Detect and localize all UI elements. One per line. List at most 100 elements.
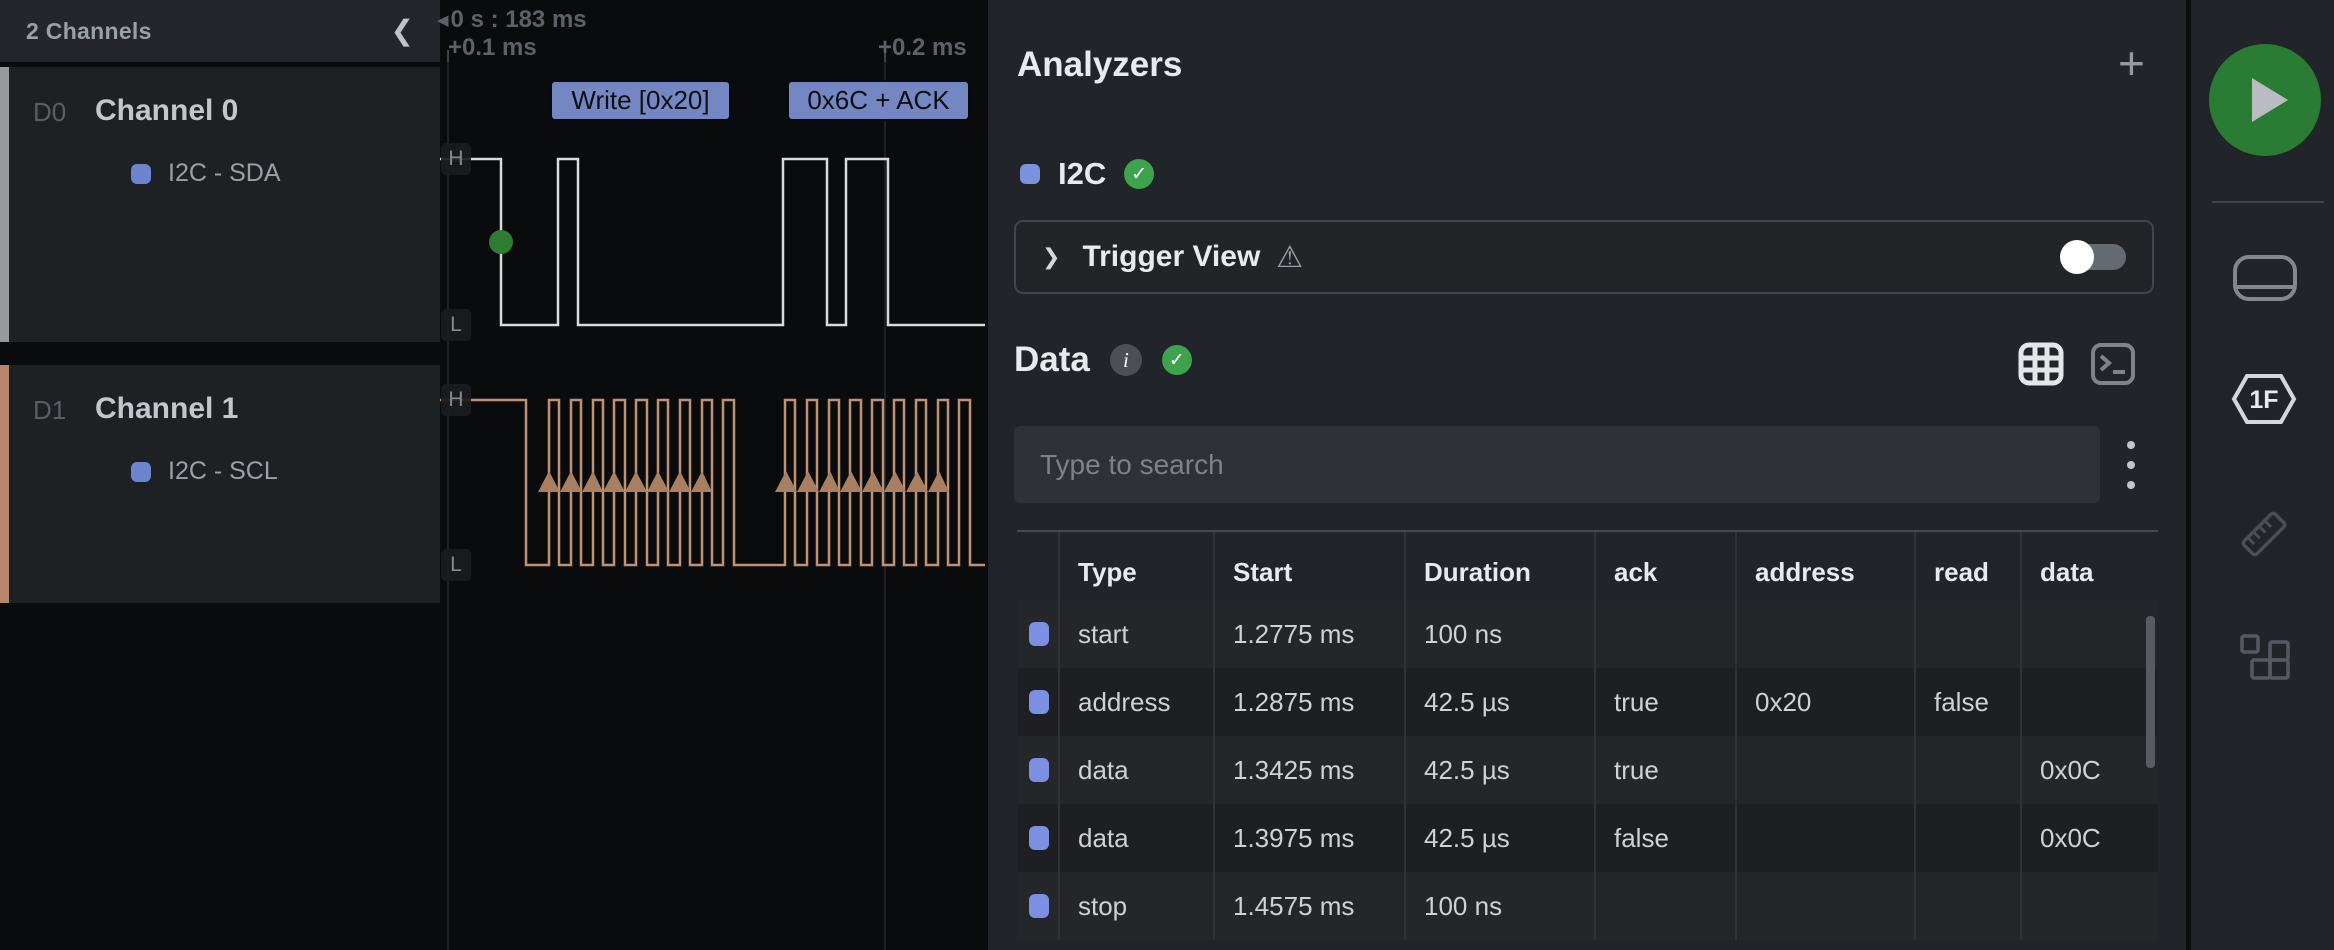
table-cell[interactable] <box>1594 600 1735 668</box>
table-cell[interactable] <box>1914 804 2020 872</box>
table-cell[interactable]: 42.5 µs <box>1404 668 1594 736</box>
timeline-offset-1: +0.1 ms <box>448 34 537 62</box>
analyzer-item-i2c[interactable]: I2C ✓ <box>1020 156 1154 192</box>
table-cell[interactable]: 1.3425 ms <box>1213 736 1404 804</box>
table-cell[interactable]: 0x20 <box>1735 668 1914 736</box>
channel-0-analyzer-label: I2C - SDA <box>168 159 281 188</box>
table-cell[interactable] <box>1594 872 1735 940</box>
table-cell[interactable] <box>1735 804 1914 872</box>
channel-1-id: D1 <box>33 395 66 426</box>
table-cell[interactable]: 1.4575 ms <box>1213 872 1404 940</box>
table-scrollbar[interactable] <box>2144 612 2157 950</box>
i2c-annotation-data[interactable]: 0x6C + ACK <box>789 82 968 119</box>
trigger-view-label: Trigger View <box>1082 240 1260 274</box>
table-cell[interactable]: data <box>1058 736 1213 804</box>
ch1-high-label: H <box>441 384 471 416</box>
table-cell[interactable] <box>2020 668 2158 736</box>
table-cell[interactable] <box>1735 600 1914 668</box>
analyzer-color-marker <box>1029 622 1049 646</box>
table-cell[interactable]: 1.3975 ms <box>1213 804 1404 872</box>
table-cell[interactable]: 42.5 µs <box>1404 736 1594 804</box>
extensions-panel-icon[interactable] <box>2240 634 2290 686</box>
i2c-start-marker-dot <box>489 230 513 254</box>
data-status-check-icon: ✓ <box>1162 345 1192 375</box>
table-cell[interactable]: data <box>1058 804 1213 872</box>
info-icon[interactable]: i <box>1110 344 1142 376</box>
row-marker <box>1017 600 1058 668</box>
table-cell[interactable]: true <box>1594 736 1735 804</box>
table-cell[interactable] <box>1914 736 2020 804</box>
table-cell[interactable] <box>1735 736 1914 804</box>
table-cell[interactable]: false <box>1914 668 2020 736</box>
scl-trace <box>440 400 985 565</box>
analyzer-color-chip <box>131 462 151 482</box>
ch0-low-label: L <box>441 309 471 341</box>
data-title: Data <box>1014 340 1090 380</box>
data-view-switcher <box>2018 342 2136 386</box>
channel-1-name: Channel 1 <box>95 392 238 426</box>
channel-1-analyzer-label: I2C - SCL <box>168 457 278 486</box>
table-cell[interactable]: address <box>1058 668 1213 736</box>
channels-panel-header: 2 Channels ❮ <box>0 0 440 62</box>
scrollbar-thumb[interactable] <box>2146 616 2155 768</box>
analyzer-color-marker <box>1029 758 1049 782</box>
channel-0-analyzer-row[interactable]: I2C - SDA <box>131 159 281 188</box>
timeline-arrow-icon: ◀ <box>437 11 449 29</box>
toggle-knob <box>2060 240 2094 274</box>
row-marker <box>1017 736 1058 804</box>
start-capture-button[interactable] <box>2209 44 2321 156</box>
table-cell[interactable] <box>2020 600 2158 668</box>
table-cell[interactable]: 1.2875 ms <box>1213 668 1404 736</box>
table-cell[interactable]: 0x0C <box>2020 736 2158 804</box>
i2c-annotation-write[interactable]: Write [0x20] <box>552 82 729 119</box>
table-cell[interactable]: 0x0C <box>2020 804 2158 872</box>
channels-count-label: 2 Channels <box>26 18 152 45</box>
table-view-icon[interactable] <box>2018 342 2064 386</box>
channel-1-block[interactable]: D1 Channel 1 I2C - SCL <box>0 365 440 603</box>
analyzer-status-check-icon: ✓ <box>1124 159 1154 189</box>
table-cell[interactable] <box>1735 872 1914 940</box>
analyzers-badge-text: 1F <box>2249 386 2278 414</box>
table-cell[interactable]: 1.2775 ms <box>1213 600 1404 668</box>
search-input[interactable] <box>1014 426 2100 503</box>
table-cell[interactable] <box>2020 872 2158 940</box>
sda-trace <box>440 159 985 325</box>
channel-0-color-strip <box>0 67 9 342</box>
timeline-position-label: ◀ 0 s : 183 ms <box>437 6 587 34</box>
measurements-panel-icon[interactable] <box>2237 507 2291 561</box>
add-analyzer-button[interactable]: + <box>2118 40 2145 86</box>
chevron-right-icon[interactable]: ❯ <box>1042 245 1060 270</box>
analyzer-color-chip <box>1020 164 1040 184</box>
collapse-panel-icon[interactable]: ❮ <box>391 17 414 45</box>
data-section-header: Data i ✓ <box>1014 340 1192 380</box>
table-cell[interactable]: 100 ns <box>1404 600 1594 668</box>
analyzers-panel-icon[interactable]: 1F <box>2231 373 2297 425</box>
device-settings-icon[interactable] <box>2232 254 2298 302</box>
decoded-data-table[interactable]: Type Start Duration ack address read dat… <box>1017 530 2158 950</box>
table-cell[interactable]: false <box>1594 804 1735 872</box>
channel-1-analyzer-row[interactable]: I2C - SCL <box>131 457 278 486</box>
trigger-view-toggle[interactable] <box>2060 240 2126 274</box>
analyzers-title: Analyzers <box>1017 45 1182 85</box>
table-cell[interactable]: true <box>1594 668 1735 736</box>
ch1-low-label: L <box>441 549 471 581</box>
timeline-offset-2: +0.2 ms <box>878 34 967 62</box>
analyzer-color-marker <box>1029 690 1049 714</box>
table-cell[interactable]: stop <box>1058 872 1213 940</box>
table-options-kebab-icon[interactable] <box>2120 437 2142 493</box>
table-cell[interactable]: 42.5 µs <box>1404 804 1594 872</box>
channel-0-block[interactable]: D0 Channel 0 I2C - SDA <box>0 67 440 342</box>
waveform-canvas[interactable] <box>440 0 988 950</box>
terminal-view-icon[interactable] <box>2090 342 2136 386</box>
channel-1-color-strip <box>0 365 9 603</box>
channel-0-name: Channel 0 <box>95 94 238 128</box>
play-icon <box>2252 78 2288 122</box>
waveform-viewport[interactable] <box>440 0 988 950</box>
row-marker <box>1017 668 1058 736</box>
table-cell[interactable]: start <box>1058 600 1213 668</box>
logic-analyzer-app: 2 Channels ❮ D0 Channel 0 I2C - SDA D1 C… <box>0 0 2334 950</box>
trigger-view-row[interactable]: ❯ Trigger View ⚠ <box>1014 220 2154 294</box>
table-cell[interactable] <box>1914 600 2020 668</box>
table-cell[interactable]: 100 ns <box>1404 872 1594 940</box>
table-cell[interactable] <box>1914 872 2020 940</box>
